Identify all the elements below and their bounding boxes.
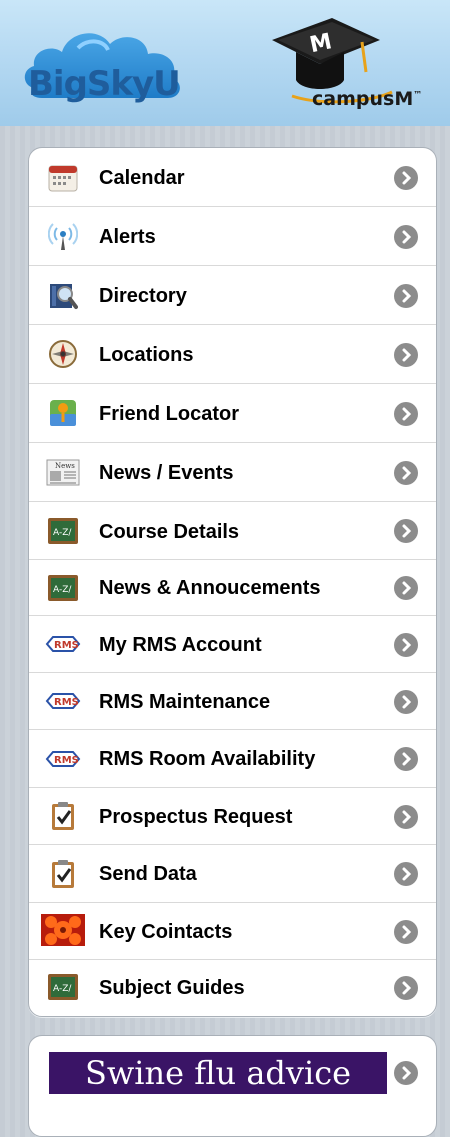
menu-item-calendar[interactable]: Calendar — [29, 148, 436, 207]
chevron-right-icon — [394, 284, 418, 308]
clipboard-check-icon — [45, 801, 81, 831]
menu-item-alerts[interactable]: Alerts — [29, 207, 436, 266]
menu-item-label: News / Events — [99, 462, 234, 484]
menu-item-label: RMS Maintenance — [99, 691, 271, 713]
chalkboard-icon: A-Z/ — [45, 516, 81, 546]
alerts-icon — [45, 221, 81, 251]
menu-item-label: Locations — [99, 344, 194, 366]
menu-item-my-rms-account[interactable]: RMS My RMS Account — [29, 616, 436, 673]
menu-item-label: Calendar — [99, 167, 185, 189]
flower-icon — [41, 914, 85, 946]
rms-icon: RMS — [45, 686, 81, 716]
chevron-right-icon — [394, 862, 418, 886]
bigskyu-logo: BigSkyU — [28, 64, 181, 104]
campusm-logo: M campusM™ — [262, 10, 447, 120]
chevron-right-icon — [394, 1061, 418, 1085]
chalkboard-icon: A-Z/ — [45, 573, 81, 603]
chalkboard-icon-text: A-Z/ — [53, 528, 72, 538]
chevron-right-icon — [394, 402, 418, 426]
chalkboard-icon: A-Z/ — [45, 972, 81, 1002]
chevron-right-icon — [394, 519, 418, 543]
menu-item-label: Send Data — [99, 863, 197, 885]
chevron-right-icon — [394, 690, 418, 714]
menu-item-rms-room-availability[interactable]: RMS RMS Room Availability — [29, 730, 436, 788]
menu-item-prospectus-request[interactable]: Prospectus Request — [29, 788, 436, 845]
menu-item-label: Friend Locator — [99, 403, 240, 425]
menu-item-label: Subject Guides — [99, 977, 245, 999]
chalkboard-icon-text: A-Z/ — [53, 984, 72, 994]
chevron-right-icon — [394, 576, 418, 600]
chevron-right-icon — [394, 747, 418, 771]
rms-icon-text: RMS — [54, 697, 79, 708]
menu-item-directory[interactable]: Directory — [29, 266, 436, 325]
chevron-right-icon — [394, 461, 418, 485]
compass-icon — [45, 339, 81, 369]
calendar-icon — [45, 163, 81, 193]
menu-item-news-events[interactable]: News News / Events — [29, 443, 436, 502]
menu-item-friend-locator[interactable]: Friend Locator — [29, 384, 436, 443]
menu-item-subject-guides[interactable]: A-Z/ Subject Guides — [29, 960, 436, 1016]
menu-item-label: Alerts — [99, 226, 156, 248]
menu-item-news-announcements[interactable]: A-Z/ News & Annoucements — [29, 560, 436, 616]
chevron-right-icon — [394, 166, 418, 190]
newspaper-icon: News — [45, 457, 81, 487]
chevron-right-icon — [394, 805, 418, 829]
app-header: BigSkyU M campusM™ — [0, 0, 450, 126]
menu-item-key-contacts[interactable]: Key Cointacts — [29, 903, 436, 960]
directory-icon — [45, 280, 81, 310]
logo-text-part2: U — [153, 64, 181, 104]
menu-item-label: Directory — [99, 285, 187, 307]
chevron-right-icon — [394, 633, 418, 657]
menu-item-locations[interactable]: Locations — [29, 325, 436, 384]
swine-flu-advice-link[interactable]: Swine flu advice — [28, 1035, 437, 1137]
menu-item-send-data[interactable]: Send Data — [29, 845, 436, 903]
rms-icon-text: RMS — [54, 755, 79, 766]
menu-item-course-details[interactable]: A-Z/ Course Details — [29, 502, 436, 560]
trademark-symbol: ™ — [413, 90, 423, 101]
menu-item-label: News & Annoucements — [99, 577, 321, 599]
rms-icon: RMS — [45, 629, 81, 659]
menu-item-rms-maintenance[interactable]: RMS RMS Maintenance — [29, 673, 436, 730]
menu-item-label: RMS Room Availability — [99, 748, 316, 770]
menu-item-label: My RMS Account — [99, 634, 262, 656]
rms-icon: RMS — [45, 744, 81, 774]
main-menu: Calendar Alerts Directory Locations Frie… — [28, 147, 437, 1017]
menu-item-label: Prospectus Request — [99, 806, 293, 828]
rms-icon-text: RMS — [54, 640, 79, 651]
chalkboard-icon-text: A-Z/ — [53, 585, 72, 595]
newspaper-icon-text: News — [55, 462, 75, 470]
logo-text-part1: BigSky — [28, 64, 154, 104]
clipboard-check-icon — [45, 859, 81, 889]
chevron-right-icon — [394, 976, 418, 1000]
campusm-text: campusM — [312, 88, 414, 110]
chevron-right-icon — [394, 343, 418, 367]
menu-item-label: Course Details — [99, 521, 240, 543]
chevron-right-icon — [394, 225, 418, 249]
chevron-right-icon — [394, 920, 418, 944]
swine-flu-banner: Swine flu advice — [49, 1052, 387, 1094]
friend-locator-icon — [45, 398, 81, 428]
menu-item-label: Key Cointacts — [99, 921, 233, 943]
